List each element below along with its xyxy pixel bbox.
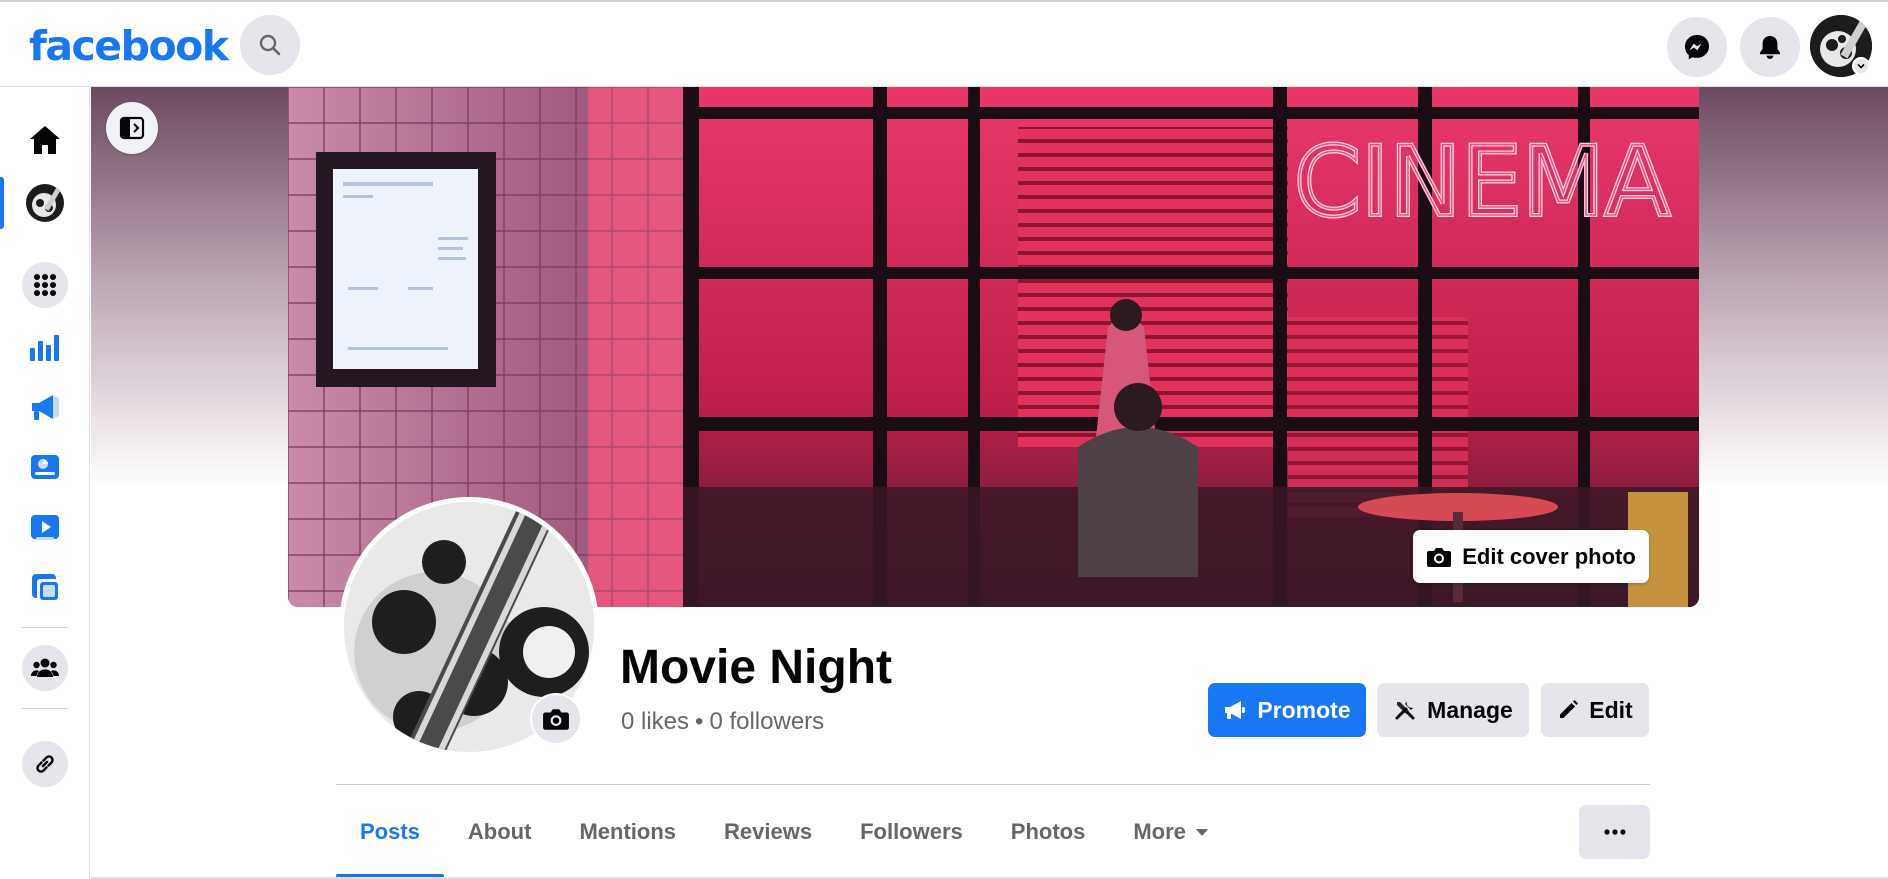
tab-posts[interactable]: Posts: [336, 786, 444, 878]
messenger-button[interactable]: [1667, 17, 1727, 77]
tab-more[interactable]: More: [1109, 786, 1232, 878]
edit-cover-photo-button[interactable]: Edit cover photo: [1413, 530, 1649, 583]
bell-icon: [1760, 36, 1780, 59]
rail-divider: [22, 708, 68, 709]
rail-item-creator-studio[interactable]: [22, 564, 68, 610]
search-button[interactable]: [240, 15, 300, 75]
stats-separator: •: [695, 708, 704, 735]
tab-label: Reviews: [724, 819, 813, 844]
play-icon: [31, 515, 59, 540]
tab-label: About: [467, 819, 532, 844]
tab-label: More: [1133, 819, 1186, 844]
manage-label: Manage: [1427, 696, 1513, 723]
more-options-button[interactable]: [1579, 805, 1650, 859]
promote-label: Promote: [1257, 696, 1351, 723]
likes-count[interactable]: 0 likes: [621, 708, 689, 735]
rail-item-insights[interactable]: [22, 324, 68, 370]
camera-icon: [543, 709, 569, 730]
edit-cover-photo-label: Edit cover photo: [1462, 543, 1636, 569]
page-tabs: Posts About Mentions Reviews Followers P…: [336, 786, 1232, 878]
rail-item-business-suite[interactable]: [22, 444, 68, 490]
tools-icon: [1395, 701, 1415, 720]
tab-label: Photos: [1010, 819, 1086, 844]
rail-item-ads[interactable]: [22, 384, 68, 430]
notifications-button[interactable]: [1740, 17, 1800, 77]
home-icon: [30, 126, 60, 154]
panel-toggle-button[interactable]: [106, 102, 158, 154]
rail-item-home[interactable]: [22, 117, 68, 163]
business-suite-icon: [31, 455, 59, 479]
tab-label: Followers: [860, 819, 963, 844]
camera-icon: [1427, 547, 1452, 567]
promote-button[interactable]: Promote: [1208, 683, 1366, 737]
messenger-icon: [1685, 35, 1709, 60]
rail-item-menu[interactable]: [22, 262, 68, 308]
link-icon: [36, 755, 54, 773]
tab-label: Posts: [360, 819, 420, 844]
tab-mentions[interactable]: Mentions: [555, 786, 700, 878]
rail-divider: [22, 627, 68, 628]
cover-neon-sign-glow: CINEMA: [1294, 126, 1670, 238]
page-stats: 0 likes • 0 followers: [621, 708, 824, 736]
tab-followers[interactable]: Followers: [836, 786, 987, 878]
search-icon: [259, 34, 281, 56]
rail-item-page[interactable]: [22, 180, 68, 226]
groups-icon: [31, 658, 59, 677]
edit-label: Edit: [1589, 696, 1633, 723]
left-navigation-rail: [0, 87, 90, 879]
grid-menu-icon: [34, 274, 56, 296]
pencil-icon: [1560, 700, 1579, 718]
edit-button[interactable]: Edit: [1541, 683, 1649, 737]
tab-photos[interactable]: Photos: [987, 786, 1110, 878]
account-menu-chevron-icon[interactable]: [1852, 57, 1870, 75]
tab-reviews[interactable]: Reviews: [700, 786, 836, 878]
megaphone-icon: [32, 395, 59, 420]
megaphone-icon: [1225, 701, 1246, 719]
rail-item-professional-dashboard[interactable]: [22, 504, 68, 550]
rail-item-link[interactable]: [22, 741, 68, 787]
top-navigation-bar: facebook: [0, 0, 1888, 87]
followers-count[interactable]: 0 followers: [709, 708, 824, 735]
update-profile-picture-button[interactable]: [530, 693, 582, 745]
bar-chart-icon: [30, 335, 59, 361]
more-dots-icon: [1603, 829, 1626, 835]
header-divider: [336, 784, 1650, 785]
page-avatar-icon: [26, 184, 64, 222]
tab-label: Mentions: [579, 819, 677, 844]
rail-item-groups[interactable]: [22, 645, 68, 691]
manage-button[interactable]: Manage: [1377, 683, 1529, 737]
active-indicator: [0, 177, 4, 229]
page-title: Movie Night: [620, 641, 892, 694]
side-panel-icon: [119, 116, 145, 140]
tab-about[interactable]: About: [444, 786, 556, 878]
facebook-logo[interactable]: facebook: [29, 22, 229, 70]
caret-down-icon: [1195, 828, 1208, 836]
frame-icon: [32, 574, 58, 600]
